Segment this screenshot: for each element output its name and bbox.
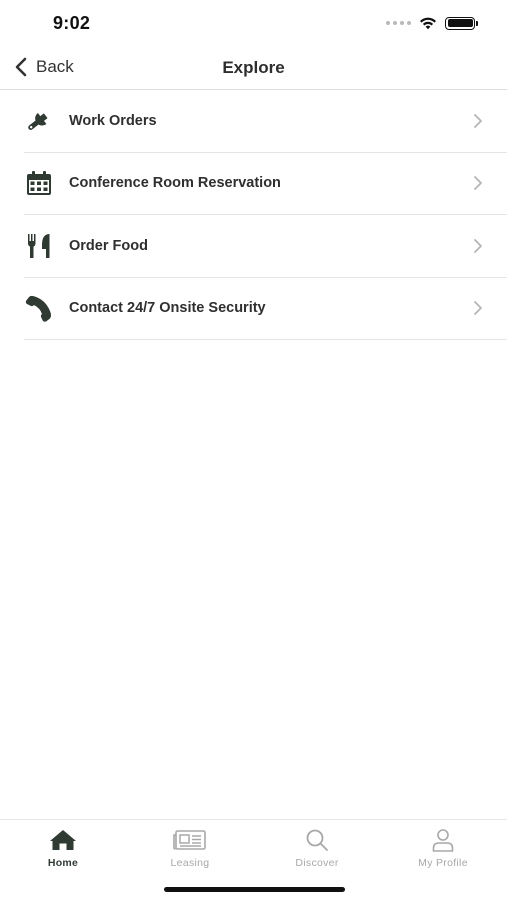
home-icon <box>13 826 113 854</box>
utensils-icon <box>24 231 54 261</box>
home-indicator <box>164 887 345 892</box>
tab-label: Home <box>47 857 79 869</box>
signal-icon <box>386 21 411 25</box>
menu-item-order-food[interactable]: Order Food <box>24 215 507 278</box>
chevron-right-icon <box>474 301 482 316</box>
menu-item-label: Order Food <box>69 237 148 254</box>
menu-item-work-orders[interactable]: Work Orders <box>24 90 507 153</box>
tab-my-profile[interactable]: My Profile <box>393 826 493 869</box>
menu-item-label: Contact 24/7 Onsite Security <box>69 300 266 317</box>
search-icon <box>267 826 367 854</box>
user-icon <box>393 826 493 854</box>
tab-discover[interactable]: Discover <box>267 826 367 869</box>
tab-home[interactable]: Home <box>13 826 113 869</box>
calendar-icon <box>24 168 54 198</box>
wifi-icon <box>420 17 436 30</box>
chevron-right-icon <box>474 113 482 128</box>
newspaper-icon <box>140 826 240 854</box>
tab-leasing[interactable]: Leasing <box>140 826 240 869</box>
status-indicators <box>386 16 478 30</box>
tab-label: Leasing <box>170 857 210 869</box>
tab-label: My Profile <box>418 857 468 869</box>
menu-item-conference-room-reservation[interactable]: Conference Room Reservation <box>24 153 507 215</box>
navigation-bar: Back Explore <box>0 48 507 90</box>
tab-label: Discover <box>295 857 339 869</box>
status-time: 9:02 <box>53 13 91 33</box>
wrench-icon <box>24 106 54 136</box>
menu-item-label: Conference Room Reservation <box>69 175 281 192</box>
status-bar: 9:02 <box>0 0 507 48</box>
phone-icon <box>24 293 54 323</box>
page-title: Explore <box>222 58 285 77</box>
explore-menu-list: Work Orders Conference Room Reservation <box>24 90 507 340</box>
chevron-right-icon <box>474 176 482 191</box>
menu-item-contact-security[interactable]: Contact 24/7 Onsite Security <box>24 278 507 340</box>
battery-icon <box>445 16 478 30</box>
menu-item-label: Work Orders <box>69 112 157 129</box>
chevron-right-icon <box>474 238 482 253</box>
